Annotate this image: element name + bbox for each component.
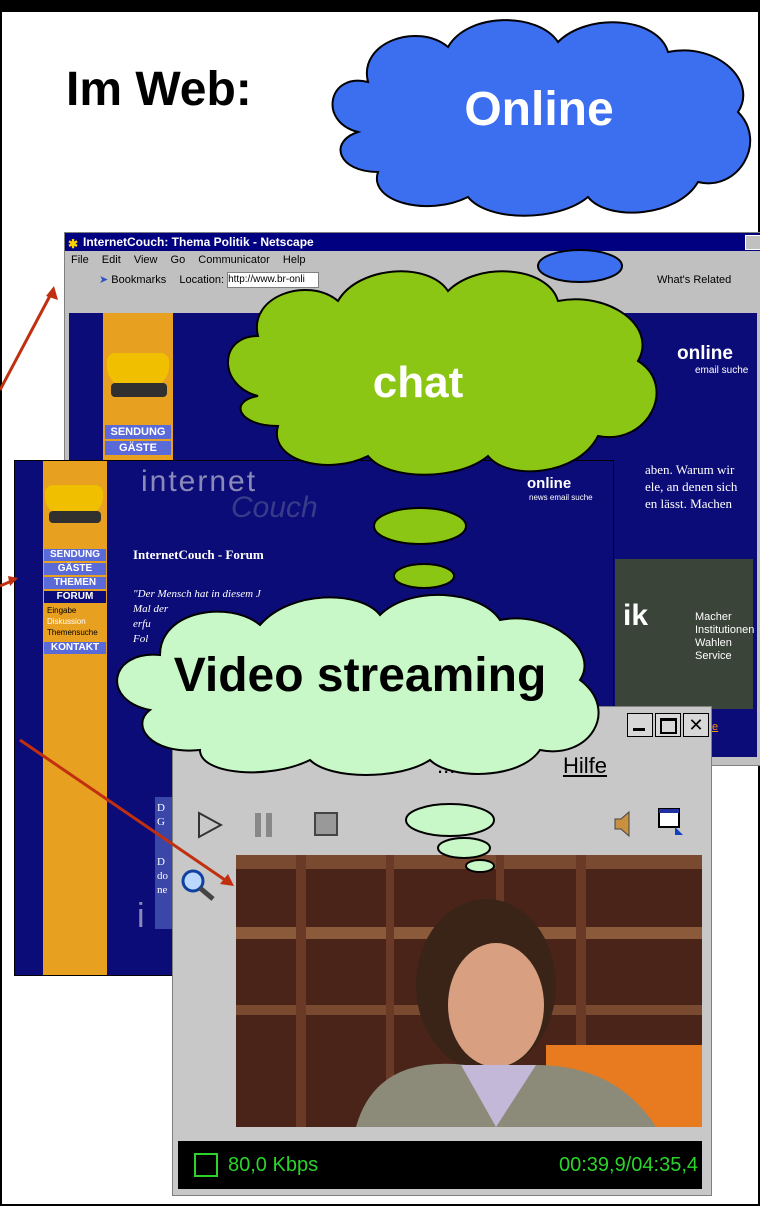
info-icon: i	[137, 897, 145, 935]
playback-time: 00:39,9/04:35,4	[558, 1154, 698, 1176]
minimize-button[interactable]	[745, 235, 760, 250]
video-label: Video streaming	[173, 649, 547, 702]
chat-cloud: chat	[218, 246, 698, 486]
menu-file[interactable]: File	[71, 254, 89, 266]
photo-word: ik	[623, 599, 649, 632]
online-label: Online	[464, 83, 614, 136]
caption-line: Wahlen	[695, 637, 732, 649]
menu-go[interactable]: Go	[171, 254, 186, 266]
volume-icon[interactable]	[611, 809, 635, 839]
minimize-button[interactable]	[627, 713, 653, 737]
photo-caption: Macher Institutionen Wahlen Service	[695, 611, 754, 663]
caption-line: Service	[695, 650, 732, 662]
menu-view[interactable]: View	[134, 254, 158, 266]
br-online-sub: news email suche	[529, 493, 593, 502]
br-online-sub: email suche	[695, 365, 749, 376]
video-bubbles	[405, 803, 495, 873]
maximize-button[interactable]	[655, 713, 681, 737]
bitrate: 80,0 Kbps	[228, 1154, 319, 1176]
fullscreen-icon[interactable]	[657, 807, 685, 837]
video-cloud: Video streaming	[100, 580, 620, 780]
video-frame[interactable]	[236, 855, 702, 1127]
menu-edit[interactable]: Edit	[102, 254, 121, 266]
chat-bubbles	[373, 507, 467, 589]
status-indicator-icon	[194, 1153, 218, 1177]
online-cloud: Online	[318, 12, 760, 220]
slide-title: Im Web:	[66, 63, 252, 116]
close-button[interactable]: ✕	[683, 713, 709, 737]
status-bar: 80,0 Kbps 00:39,9/04:35,4	[178, 1141, 702, 1189]
stop-button[interactable]	[313, 811, 341, 839]
pause-button[interactable]	[253, 811, 275, 839]
netscape-logo-icon: ✱	[68, 237, 79, 251]
caption-line: Institutionen	[695, 624, 755, 636]
arrow-to-browser	[0, 291, 54, 391]
politik-photo[interactable]: ik Macher Institutionen Wahlen Service	[615, 559, 754, 709]
chat-label: chat	[372, 358, 464, 407]
caption-line: Macher	[695, 611, 732, 623]
forum-brand-script: Couch	[231, 491, 318, 524]
intro-line: en lässt. Machen	[645, 496, 733, 511]
